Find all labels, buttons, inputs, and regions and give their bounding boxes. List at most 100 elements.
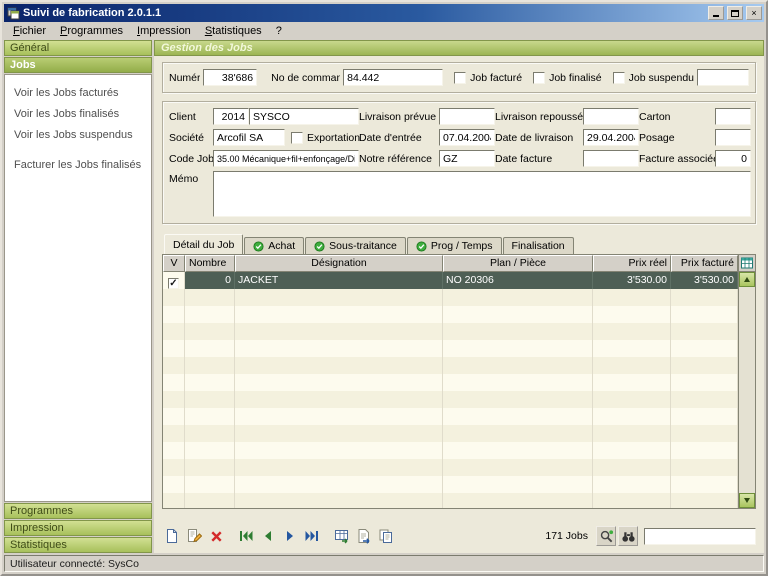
table-body: 0 JACKET NO 20306 3'530.00 3'530.00 (163, 272, 738, 508)
page-transfer-button[interactable] (354, 526, 374, 546)
tab-prog-temps[interactable]: Prog / Temps (407, 237, 502, 254)
exportation-checkbox[interactable] (291, 132, 303, 144)
sidebar-section-impression[interactable]: Impression (4, 520, 152, 536)
job-panel: Numéro No de commande Job facturé Job fi… (154, 56, 764, 553)
col-header-v[interactable]: V (163, 255, 185, 272)
identification-extra-field[interactable] (697, 69, 749, 86)
jobs-count-label: 171 Jobs (545, 530, 588, 542)
livraison-prevue-field[interactable] (439, 108, 495, 125)
table-row[interactable]: 0 JACKET NO 20306 3'530.00 3'530.00 (163, 272, 738, 289)
date-entree-field[interactable] (439, 129, 495, 146)
table-row-empty (163, 323, 738, 340)
binoculars-icon (621, 529, 636, 544)
tab-detail-du-job[interactable]: Détail du Job (164, 234, 243, 254)
date-facture-field[interactable] (583, 150, 639, 167)
menu-fichier[interactable]: Fichier (6, 23, 53, 39)
sidebar-item-jobs-finalises[interactable]: Voir les Jobs finalisés (5, 104, 151, 125)
date-facture-label: Date facture (495, 153, 583, 165)
nav-first-button[interactable] (236, 526, 256, 546)
date-entree-label: Date d'entrée (359, 132, 439, 144)
posage-field[interactable] (715, 129, 751, 146)
memo-label: Mémo (169, 171, 213, 185)
tab-sous-traitance[interactable]: Sous-traitance (305, 237, 406, 254)
app-window: Suivi de fabrication 2.0.1.1 × Fichier P… (0, 0, 768, 576)
numero-field[interactable] (203, 69, 257, 86)
nav-next-button[interactable] (280, 526, 300, 546)
scroll-down-button[interactable] (739, 493, 755, 508)
search-button[interactable] (596, 526, 616, 546)
titlebar[interactable]: Suivi de fabrication 2.0.1.1 × (4, 4, 764, 22)
col-header-prix-reel[interactable]: Prix réel (593, 255, 671, 272)
carton-field[interactable] (715, 108, 751, 125)
job-suspendu-checkbox-wrap: Job suspendu (613, 72, 694, 84)
col-header-prix-facture[interactable]: Prix facturé (671, 255, 738, 272)
sidebar-section-jobs[interactable]: Jobs (4, 57, 152, 73)
nav-last-button[interactable] (302, 526, 322, 546)
facture-associee-field[interactable] (715, 150, 751, 167)
table-header: V Nombre Désignation Plan / Pièce Prix r… (163, 255, 738, 272)
delete-job-button[interactable] (206, 526, 226, 546)
copy-pages-button[interactable] (376, 526, 396, 546)
societe-field[interactable] (213, 129, 285, 146)
content-area: Général Jobs Voir les Jobs facturés Voir… (4, 40, 764, 553)
edit-job-button[interactable] (184, 526, 204, 546)
menu-impression[interactable]: Impression (130, 23, 198, 39)
date-livraison-label: Date de livraison (495, 132, 583, 144)
client-name-field[interactable] (249, 108, 359, 125)
scroll-up-icon (744, 277, 750, 282)
sidebar-section-programmes[interactable]: Programmes (4, 503, 152, 519)
client-code-field[interactable] (213, 108, 249, 125)
code-job-field[interactable] (213, 150, 359, 167)
nav-prev-button[interactable] (258, 526, 278, 546)
job-suspendu-checkbox[interactable] (613, 72, 625, 84)
numero-label: Numéro (169, 72, 200, 84)
find-button[interactable] (618, 526, 638, 546)
notre-reference-field[interactable] (439, 150, 495, 167)
commande-field[interactable] (343, 69, 443, 86)
sidebar-section-general[interactable]: Général (4, 40, 152, 56)
minimize-button[interactable] (708, 6, 724, 20)
menu-programmes[interactable]: Programmes (53, 23, 130, 39)
sidebar-section-statistiques[interactable]: Statistiques (4, 537, 152, 553)
job-finalise-checkbox[interactable] (533, 72, 545, 84)
livraison-repoussee-label: Livraison repoussée (495, 111, 583, 123)
job-suspendu-label: Job suspendu (629, 72, 694, 84)
sidebar-item-jobs-factures[interactable]: Voir les Jobs facturés (5, 83, 151, 104)
close-button[interactable]: × (746, 6, 762, 20)
row-checkbox[interactable] (168, 278, 179, 289)
maximize-button[interactable] (727, 6, 743, 20)
tab-achat[interactable]: Achat (244, 237, 304, 254)
export-table-button[interactable] (332, 526, 352, 546)
col-header-plan-piece[interactable]: Plan / Pièce (443, 255, 593, 272)
search-input[interactable] (644, 528, 756, 545)
scroll-up-button[interactable] (739, 272, 755, 287)
table-row-empty (163, 289, 738, 306)
col-header-nombre[interactable]: Nombre (185, 255, 235, 272)
scroll-down-icon (744, 498, 750, 503)
scroll-track[interactable] (739, 287, 755, 493)
date-livraison-field[interactable] (583, 129, 639, 146)
cell-prix-facture: 3'530.00 (671, 272, 738, 289)
table-row-empty (163, 459, 738, 476)
livraison-repoussee-field[interactable] (583, 108, 639, 125)
sidebar-item-jobs-suspendus[interactable]: Voir les Jobs suspendus (5, 125, 151, 146)
menu-statistiques[interactable]: Statistiques (198, 23, 269, 39)
new-job-button[interactable] (162, 526, 182, 546)
window-title: Suivi de fabrication 2.0.1.1 (23, 7, 705, 19)
sidebar: Général Jobs Voir les Jobs facturés Voir… (4, 40, 152, 553)
job-finalise-checkbox-wrap: Job finalisé (533, 72, 602, 84)
sidebar-item-facturer-jobs[interactable]: Facturer les Jobs finalisés (5, 155, 151, 176)
tab-sous-traitance-label: Sous-traitance (329, 240, 397, 252)
tab-finalisation[interactable]: Finalisation (503, 237, 574, 254)
column-settings-button[interactable] (739, 255, 755, 272)
first-record-icon (238, 528, 254, 544)
job-details-group: Client Livraison prévue Livraison repous… (162, 101, 756, 224)
prev-record-icon (260, 528, 276, 544)
new-page-icon (164, 528, 180, 544)
memo-field[interactable] (213, 171, 751, 217)
menu-help[interactable]: ? (269, 23, 289, 39)
table-scrollbar[interactable] (738, 255, 755, 508)
col-header-designation[interactable]: Désignation (235, 255, 443, 272)
main-area: Gestion des Jobs Numéro No de commande J… (154, 40, 764, 553)
job-facture-checkbox[interactable] (454, 72, 466, 84)
